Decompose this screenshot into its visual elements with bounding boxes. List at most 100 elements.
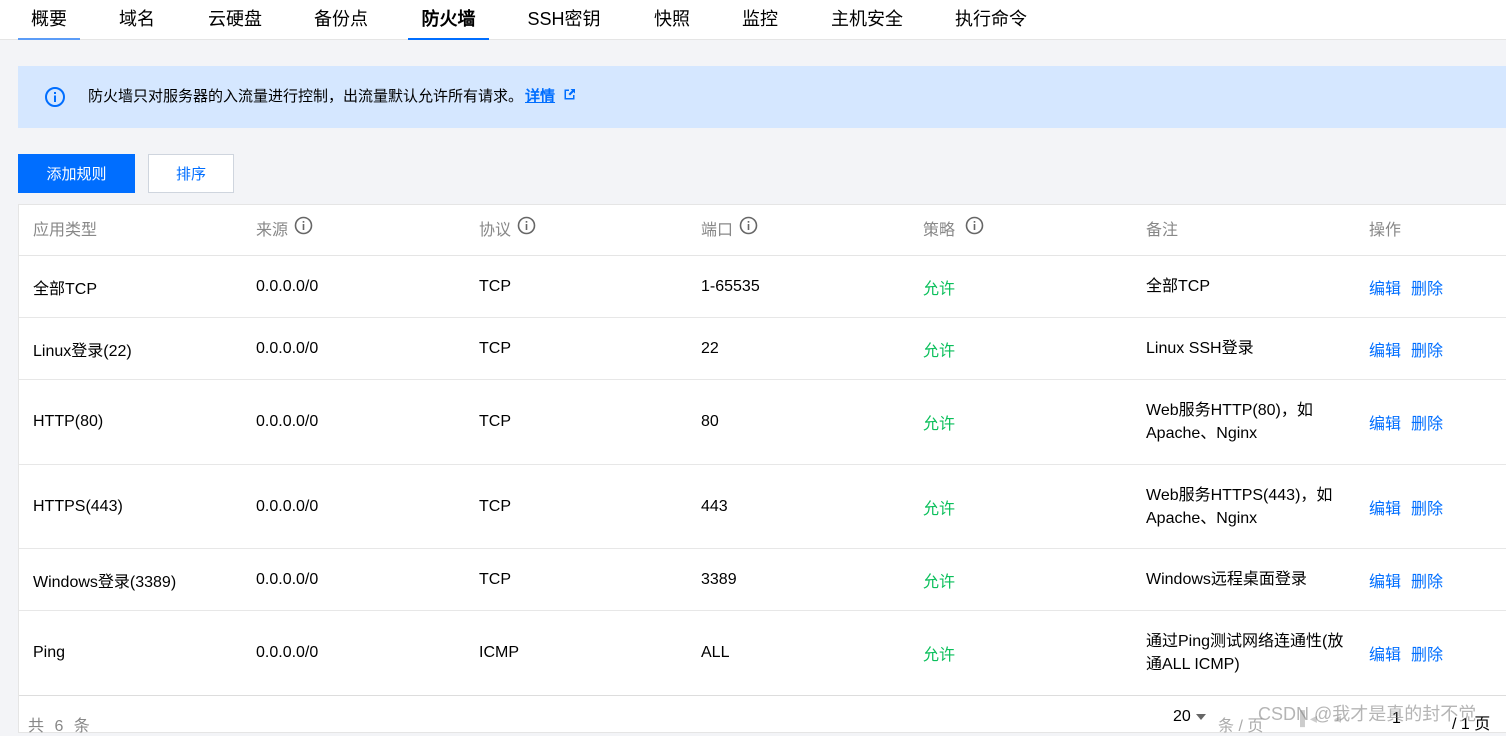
chevron-down-icon bbox=[1195, 713, 1206, 720]
cell-policy: 允许 bbox=[923, 500, 956, 518]
info-icon[interactable] bbox=[517, 206, 536, 256]
info-icon bbox=[44, 86, 66, 113]
tab-label: 域名 bbox=[119, 9, 155, 29]
header-label: 备注 bbox=[1146, 221, 1179, 239]
cell-app-type: Linux登录(22) bbox=[33, 342, 132, 360]
tab-overview[interactable]: 概要 bbox=[18, 0, 80, 40]
cell-protocol: ICMP bbox=[479, 644, 519, 661]
tab-run-command[interactable]: 执行命令 bbox=[946, 0, 1036, 40]
tab-label: 备份点 bbox=[314, 9, 368, 29]
cell-port: 80 bbox=[701, 413, 719, 430]
cell-port: 22 bbox=[701, 339, 719, 357]
edit-button[interactable]: 编辑 bbox=[1369, 337, 1401, 361]
cell-app-type: Ping bbox=[33, 644, 66, 661]
cell-policy: 允许 bbox=[923, 647, 956, 664]
page-size-value: 20 bbox=[1173, 708, 1191, 725]
watermark: CSDN @我才是真的封不觉 bbox=[1258, 704, 1477, 724]
header-label: 应用类型 bbox=[33, 221, 98, 239]
cell-policy: 允许 bbox=[923, 280, 956, 298]
delete-button[interactable]: 删除 bbox=[1411, 275, 1443, 299]
cell-remark: Web服务HTTP(80)，如 Apache、Nginx bbox=[1146, 402, 1313, 442]
header-port: 端口 bbox=[701, 205, 758, 256]
edit-button[interactable]: 编辑 bbox=[1369, 568, 1401, 592]
tab-label: 概要 bbox=[31, 9, 67, 29]
edit-button[interactable]: 编辑 bbox=[1369, 410, 1401, 434]
cell-protocol: TCP bbox=[479, 497, 511, 515]
add-rule-button[interactable]: 添加规则 bbox=[18, 154, 135, 193]
edit-button[interactable]: 编辑 bbox=[1369, 495, 1401, 519]
cell-actions: 编辑 删除 bbox=[1369, 380, 1453, 464]
page-size-select[interactable]: 20 bbox=[1173, 708, 1206, 726]
cell-policy: 允许 bbox=[923, 342, 956, 360]
notice-text: 防火墙只对服务器的入流量进行控制，出流量默认允许所有请求。 bbox=[88, 88, 524, 105]
total-count: 共 6 条 bbox=[28, 718, 93, 735]
cell-protocol: TCP bbox=[479, 570, 511, 588]
tab-bar: 概要 域名 云硬盘 备份点 防火墙 SSH密钥 快照 监控 主机安全 执行命令 bbox=[0, 0, 1506, 40]
cell-actions: 编辑 删除 bbox=[1369, 465, 1453, 548]
tab-firewall[interactable]: 防火墙 bbox=[408, 0, 489, 40]
tab-label: 云硬盘 bbox=[208, 9, 262, 29]
tab-underline bbox=[18, 38, 80, 40]
cell-protocol: TCP bbox=[479, 413, 511, 430]
header-remark: 备注 bbox=[1146, 205, 1178, 256]
tab-label: 执行命令 bbox=[955, 9, 1027, 29]
cell-app-type: 全部TCP bbox=[33, 280, 98, 298]
tab-backup[interactable]: 备份点 bbox=[306, 0, 376, 40]
table-row: HTTPS(443) 0.0.0.0/0 TCP 443 允许 Web服务HTT… bbox=[19, 465, 1506, 549]
delete-button[interactable]: 删除 bbox=[1411, 337, 1443, 361]
cell-port: 1-65535 bbox=[701, 277, 760, 295]
edit-button[interactable]: 编辑 bbox=[1369, 641, 1401, 665]
tab-snapshot[interactable]: 快照 bbox=[646, 0, 698, 40]
header-label: 端口 bbox=[701, 221, 734, 239]
delete-button[interactable]: 删除 bbox=[1411, 641, 1443, 665]
tab-label: 监控 bbox=[742, 9, 778, 29]
cell-source: 0.0.0.0/0 bbox=[256, 413, 319, 430]
tab-label: 快照 bbox=[654, 9, 690, 29]
cell-remark: Linux SSH登录 bbox=[1146, 340, 1254, 357]
notice-text-wrap: 防火墙只对服务器的入流量进行控制，出流量默认允许所有请求。 详情 bbox=[88, 66, 576, 128]
table-row: 全部TCP 0.0.0.0/0 TCP 1-65535 允许 全部TCP 编辑删… bbox=[19, 256, 1506, 318]
table-header: 应用类型 来源 协议 端口 策略 备注 操作 bbox=[19, 205, 1506, 256]
info-icon[interactable] bbox=[294, 206, 313, 256]
header-label: 来源 bbox=[256, 221, 289, 239]
tab-host-security[interactable]: 主机安全 bbox=[822, 0, 912, 40]
tab-label: 防火墙 bbox=[421, 9, 476, 29]
header-actions: 操作 bbox=[1369, 205, 1401, 256]
cell-protocol: TCP bbox=[479, 339, 511, 357]
cell-remark: Web服务HTTPS(443)，如 Apache、Nginx bbox=[1146, 486, 1333, 527]
tab-domain[interactable]: 域名 bbox=[110, 0, 164, 40]
table-row: Ping 0.0.0.0/0 ICMP ALL 允许 通过Ping测试网络连通性… bbox=[19, 611, 1506, 696]
info-icon[interactable] bbox=[965, 206, 984, 256]
cell-source: 0.0.0.0/0 bbox=[256, 277, 319, 295]
cell-source: 0.0.0.0/0 bbox=[256, 339, 319, 357]
cell-source: 0.0.0.0/0 bbox=[256, 644, 319, 661]
info-icon[interactable] bbox=[739, 206, 758, 256]
header-protocol: 协议 bbox=[479, 205, 536, 256]
header-app-type: 应用类型 bbox=[33, 205, 97, 256]
edit-button[interactable]: 编辑 bbox=[1369, 275, 1401, 299]
header-label: 操作 bbox=[1369, 221, 1402, 239]
header-policy: 策略 bbox=[923, 205, 984, 256]
delete-button[interactable]: 删除 bbox=[1411, 410, 1443, 434]
firewall-notice: 防火墙只对服务器的入流量进行控制，出流量默认允许所有请求。 详情 bbox=[18, 66, 1506, 128]
sort-button[interactable]: 排序 bbox=[148, 154, 234, 193]
cell-protocol: TCP bbox=[479, 277, 511, 295]
tab-label: 主机安全 bbox=[831, 9, 903, 29]
table-row: Windows登录(3389) 0.0.0.0/0 TCP 3389 允许 Wi… bbox=[19, 549, 1506, 611]
tab-underline bbox=[408, 38, 489, 40]
details-link[interactable]: 详情 bbox=[525, 88, 555, 105]
tab-ssh-key[interactable]: SSH密钥 bbox=[520, 0, 608, 40]
cell-actions: 编辑 删除 bbox=[1369, 611, 1453, 695]
header-label: 协议 bbox=[479, 221, 512, 239]
delete-button[interactable]: 删除 bbox=[1411, 568, 1443, 592]
external-link-icon[interactable] bbox=[563, 66, 576, 128]
cell-policy: 允许 bbox=[923, 573, 956, 591]
delete-button[interactable]: 删除 bbox=[1411, 495, 1443, 519]
header-label: 策略 bbox=[923, 221, 956, 239]
tab-label: SSH密钥 bbox=[527, 9, 601, 29]
cell-app-type: HTTP(80) bbox=[33, 413, 104, 430]
table-row: Linux登录(22) 0.0.0.0/0 TCP 22 允许 Linux SS… bbox=[19, 318, 1506, 380]
tab-monitor[interactable]: 监控 bbox=[734, 0, 786, 40]
table-row: HTTP(80) 0.0.0.0/0 TCP 80 允许 Web服务HTTP(8… bbox=[19, 380, 1506, 465]
tab-cloud-disk[interactable]: 云硬盘 bbox=[200, 0, 270, 40]
